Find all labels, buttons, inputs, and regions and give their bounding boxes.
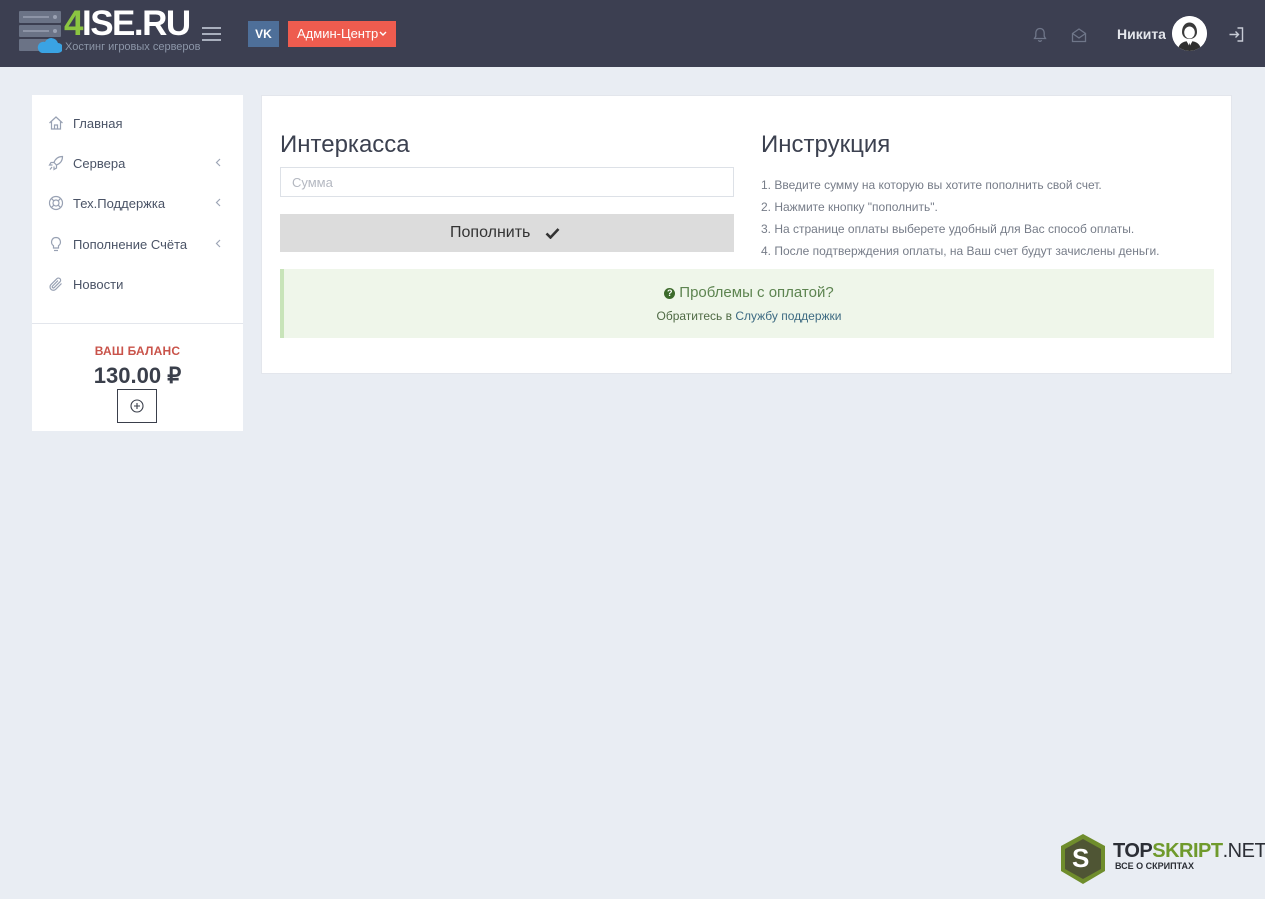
watermark-letter: S xyxy=(1072,843,1090,873)
top-up-button[interactable]: Пополнить xyxy=(280,214,734,252)
chevron-down-icon xyxy=(379,31,387,36)
vk-button[interactable]: VK xyxy=(248,21,279,47)
paperclip-icon xyxy=(49,277,62,291)
vk-icon: VK xyxy=(255,27,272,41)
lightbulb-icon xyxy=(50,236,62,252)
user-avatar[interactable] xyxy=(1172,16,1207,51)
instruction-step: 4. После подтверждения оплаты, на Ваш сч… xyxy=(761,244,1160,258)
support-link[interactable]: Службу поддержки xyxy=(735,309,841,323)
instructions-list: 1. Введите сумму на которую вы хотите по… xyxy=(761,174,1160,262)
instruction-step: 2. Нажмите кнопку "пополнить". xyxy=(761,200,938,214)
top-header: 4ISE.RU Хостинг игровых серверов VK Адми… xyxy=(0,0,1265,67)
sidebar-item-servers[interactable]: Сервера xyxy=(32,143,243,183)
watermark-name: TOPSKRIPT.NET xyxy=(1113,840,1265,862)
instruction-step: 1. Введите сумму на которую вы хотите по… xyxy=(761,178,1102,192)
alert-title-text: Проблемы с оплатой? xyxy=(679,284,834,301)
envelope-open-icon[interactable] xyxy=(1071,27,1087,43)
logout-icon[interactable] xyxy=(1228,26,1245,43)
bell-icon[interactable] xyxy=(1033,27,1047,43)
sidebar: Главная Сервера Тех.Поддержка Пополнение… xyxy=(32,95,243,431)
lifebuoy-icon xyxy=(48,195,64,211)
menu-toggle-icon[interactable] xyxy=(202,27,221,41)
user-avatar-icon xyxy=(1172,16,1207,51)
payment-panel: Интеркасса Пополнить Инструкция 1. Введи… xyxy=(261,95,1232,374)
chevron-left-icon xyxy=(215,158,221,167)
instructions-title: Инструкция xyxy=(761,131,891,158)
balance-label: ВАШ БАЛАНС xyxy=(94,344,181,358)
sidebar-item-label: Главная xyxy=(73,116,123,131)
alert-title: ? Проблемы с оплатой? xyxy=(284,284,1214,302)
sidebar-item-news[interactable]: Новости xyxy=(32,264,243,304)
payment-form-title: Интеркасса xyxy=(280,131,410,158)
sidebar-divider xyxy=(32,323,243,324)
logo-brand-prefix: 4 xyxy=(64,4,83,43)
sidebar-item-label: Сервера xyxy=(73,156,126,171)
admin-center-button[interactable]: Админ-Центр xyxy=(288,21,396,47)
payment-problems-alert: ? Проблемы с оплатой? Обратитесь в Службу… xyxy=(280,269,1214,338)
server-cloud-icon xyxy=(19,11,62,53)
plus-circle-icon xyxy=(130,399,144,413)
rocket-icon xyxy=(48,155,64,171)
question-circle-icon: ? xyxy=(664,288,676,299)
sidebar-item-home[interactable]: Главная xyxy=(32,103,243,143)
add-funds-button[interactable] xyxy=(117,389,157,423)
admin-center-label: Админ-Центр xyxy=(297,26,379,41)
sidebar-item-topup[interactable]: Пополнение Счёта xyxy=(32,224,243,264)
chevron-left-icon xyxy=(215,198,221,207)
chevron-left-icon xyxy=(215,239,221,248)
sidebar-item-label: Пополнение Счёта xyxy=(73,237,188,252)
sidebar-item-label: Новости xyxy=(73,277,124,292)
instruction-step: 3. На странице оплаты выберете удобный д… xyxy=(761,222,1135,236)
logo-tagline: Хостинг игровых серверов xyxy=(65,41,201,53)
alert-text: Обратитесь в Службу поддержки xyxy=(284,309,1214,323)
sidebar-item-support[interactable]: Тех.Поддержка xyxy=(32,183,243,223)
balance-value: 130.00 ₽ xyxy=(93,363,182,388)
watermark-tagline: ВСЕ О СКРИПТАХ xyxy=(1115,861,1195,871)
topskript-watermark: S TOPSKRIPT.NET ВСЕ О СКРИПТАХ xyxy=(1057,833,1265,885)
user-name[interactable]: Никита xyxy=(1117,26,1166,42)
check-icon xyxy=(545,228,560,239)
amount-input[interactable] xyxy=(280,167,734,197)
logo-brand-name: ISE.RU xyxy=(81,4,191,43)
alert-text-prefix: Обратитесь в xyxy=(656,309,733,323)
top-up-button-label: Пополнить xyxy=(450,224,531,241)
sidebar-item-label: Тех.Поддержка xyxy=(73,196,166,211)
home-icon xyxy=(49,116,63,130)
site-logo[interactable]: 4ISE.RU Хостинг игровых серверов xyxy=(18,4,201,58)
